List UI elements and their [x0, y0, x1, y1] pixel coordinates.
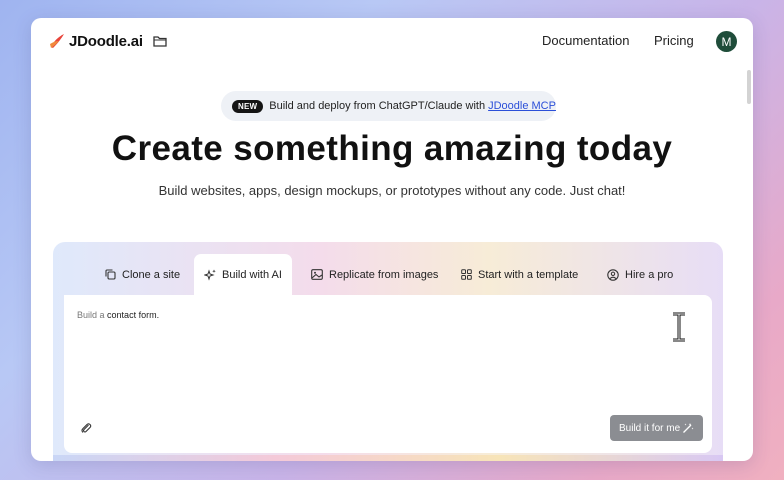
mode-tabs: Clone a site Build with AI Replicate fro… — [53, 254, 723, 295]
new-badge: NEW — [232, 99, 264, 113]
tab-label: Clone a site — [122, 268, 181, 281]
tab-label: Start with a template — [478, 268, 579, 281]
nav-link-pricing[interactable]: Pricing — [654, 33, 694, 48]
build-button[interactable]: Build it for me — [610, 415, 703, 441]
tab-label: Replicate from images — [329, 268, 439, 281]
announcement-banner: NEW Build and deploy from ChatGPT/Claude… — [221, 91, 556, 121]
announcement-text: Build and deploy from ChatGPT/Claude wit… — [269, 100, 486, 112]
app-window: JDoodle.ai Documentation Pricing M NEW B… — [31, 18, 753, 461]
tab-hire-pro[interactable]: Hire a pro — [607, 254, 673, 295]
prompt-input[interactable]: Build a contact form. Build it for me — [64, 295, 712, 453]
user-circle-icon — [607, 268, 619, 281]
jdoodle-mcp-link[interactable]: JDoodle MCP — [488, 100, 556, 112]
sparkle-icon — [204, 268, 216, 281]
copy-icon — [105, 269, 116, 280]
scrollbar-thumb[interactable] — [747, 70, 751, 104]
placeholder-typed: contact form. — [107, 310, 160, 320]
tab-start-template[interactable]: Start with a template — [461, 254, 578, 295]
nav-link-documentation[interactable]: Documentation — [542, 33, 629, 48]
panel-gradient-edge — [53, 455, 723, 461]
folder-icon[interactable] — [153, 35, 167, 47]
builder-panel: Clone a site Build with AI Replicate fro… — [53, 242, 723, 461]
tab-clone-site[interactable]: Clone a site — [105, 254, 180, 295]
image-icon — [311, 269, 323, 280]
jdoodle-logo-icon — [50, 34, 64, 48]
tab-build-with-ai[interactable]: Build with AI — [194, 254, 292, 295]
page-title: Create something amazing today — [111, 129, 673, 168]
avatar[interactable]: M — [716, 31, 737, 52]
magic-wand-icon — [683, 423, 694, 433]
grid-icon — [461, 269, 472, 280]
build-button-label: Build it for me — [619, 422, 681, 434]
page-subtitle: Build websites, apps, design mockups, or… — [158, 183, 626, 198]
logo-text: JDoodle.ai — [69, 32, 143, 50]
paperclip-icon[interactable] — [80, 422, 92, 434]
placeholder-prefix: Build a — [77, 310, 105, 320]
text-cursor-icon — [673, 312, 685, 342]
top-nav: JDoodle.ai Documentation Pricing M — [31, 18, 753, 64]
tab-label: Build with AI — [222, 268, 282, 281]
tab-replicate-images[interactable]: Replicate from images — [311, 254, 438, 295]
logo[interactable]: JDoodle.ai — [48, 32, 167, 50]
tab-label: Hire a pro — [625, 268, 674, 281]
prompt-placeholder: Build a contact form. — [77, 310, 159, 320]
